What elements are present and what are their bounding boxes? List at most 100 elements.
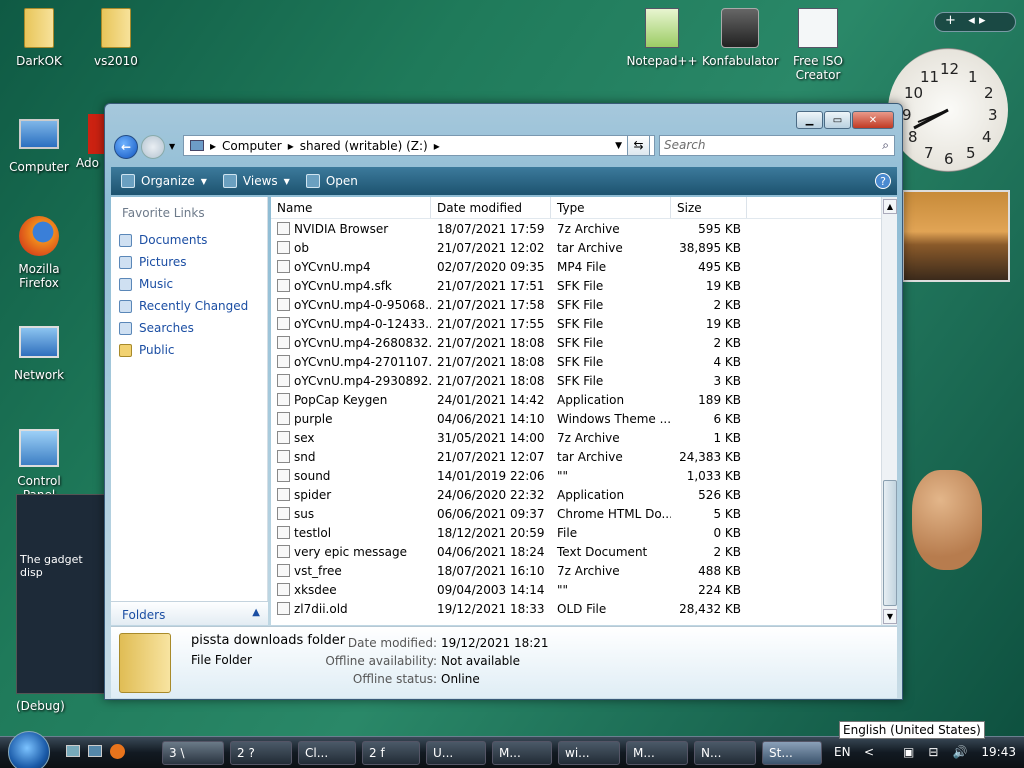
taskbar-button[interactable]: N... bbox=[694, 741, 756, 765]
file-row[interactable]: sus 06/06/2021 09:37 Chrome HTML Do... 5 KB bbox=[271, 504, 897, 523]
taskbar-button[interactable]: wi... bbox=[558, 741, 620, 765]
desktop-icon-ado[interactable]: Ado bbox=[76, 112, 104, 170]
desktop-icon-label: Network bbox=[13, 368, 65, 382]
file-row[interactable]: zl7dii.old 19/12/2021 18:33 OLD File 28,432… bbox=[271, 599, 897, 618]
file-row[interactable]: oYCvnU.mp4-0-95068... 21/07/2021 17:58 SFK… bbox=[271, 295, 897, 314]
pictures-icon bbox=[119, 255, 132, 269]
file-row[interactable]: spider 24/06/2020 22:32 Application 526 KB bbox=[271, 485, 897, 504]
desktop-icon-network[interactable]: Network bbox=[1, 320, 77, 382]
taskbar-button[interactable]: U... bbox=[426, 741, 486, 765]
tray-expand-icon[interactable]: < bbox=[864, 745, 874, 759]
minimize-button[interactable]: ▁ bbox=[796, 111, 823, 129]
taskbar-button[interactable]: 3 \ bbox=[162, 741, 224, 765]
close-button[interactable]: ✕ bbox=[852, 111, 894, 129]
column-size[interactable]: Size bbox=[671, 197, 747, 218]
link-public[interactable]: Public bbox=[111, 339, 267, 361]
desktop-icon-notepadpp[interactable]: Notepad++ bbox=[624, 6, 700, 68]
sidebar-add-gadget-button[interactable]: + ◂ ▸ bbox=[934, 12, 1016, 32]
file-row[interactable]: oYCvnU.mp4 02/07/2020 09:35 MP4 File 495 KB bbox=[271, 257, 897, 276]
file-date: 04/06/2021 14:10 bbox=[437, 411, 545, 426]
desktop-icon-vs2010[interactable]: vs2010 bbox=[78, 6, 154, 68]
file-row[interactable]: oYCvnU.mp4-0-12433... 21/07/2021 17:55 SFK… bbox=[271, 314, 897, 333]
refresh-button[interactable]: ⇆ bbox=[627, 135, 650, 156]
file-type: SFK File bbox=[557, 373, 604, 388]
file-row[interactable]: sound 14/01/2019 22:06 "" 1,033 KB bbox=[271, 466, 897, 485]
taskbar-button[interactable]: Cl... bbox=[298, 741, 356, 765]
organize-button[interactable]: Organize ▼ bbox=[121, 174, 207, 188]
forward-button[interactable] bbox=[141, 135, 165, 159]
link-searches[interactable]: Searches bbox=[111, 317, 267, 339]
breadcrumb-computer[interactable]: Computer bbox=[222, 139, 282, 153]
search-input[interactable]: Search ⌕ bbox=[659, 135, 895, 156]
file-row[interactable]: oYCvnU.mp4-2930892... 21/07/2021 18:08 SFK… bbox=[271, 371, 897, 390]
gadget-debug-label: (Debug) bbox=[16, 699, 65, 713]
column-type[interactable]: Type bbox=[551, 197, 671, 218]
recent-pages-chevron-icon[interactable]: ▼ bbox=[169, 142, 175, 151]
file-icon bbox=[277, 355, 290, 368]
desktop-icon-firefox[interactable]: Mozilla Firefox bbox=[1, 214, 77, 290]
desktop-icon-konfabulator[interactable]: Konfabulator bbox=[702, 6, 779, 68]
file-row[interactable]: snd 21/07/2021 12:07 tar Archive 24,383 KB bbox=[271, 447, 897, 466]
search-icon[interactable]: ⌕ bbox=[882, 136, 889, 155]
file-row[interactable]: ob 21/07/2021 12:02 tar Archive 38,895 KB bbox=[271, 238, 897, 257]
hamster-desktop-pet[interactable] bbox=[912, 470, 982, 570]
file-row[interactable]: very epic message 04/06/2021 18:24 Text Do… bbox=[271, 542, 897, 561]
desktop-icon-darkok[interactable]: DarkOK bbox=[1, 6, 77, 68]
back-button[interactable]: ← bbox=[114, 135, 138, 159]
file-row[interactable]: testlol 18/12/2021 20:59 File 0 KB bbox=[271, 523, 897, 542]
file-row[interactable]: vst_free 18/07/2021 16:10 7z Archive 488 KB bbox=[271, 561, 897, 580]
file-row[interactable]: sex 31/05/2021 14:00 7z Archive 1 KB bbox=[271, 428, 897, 447]
column-name[interactable]: Name bbox=[271, 197, 431, 218]
address-bar[interactable]: ▸ Computer ▸ shared (writable) (Z:) ▸ ▼ bbox=[183, 135, 655, 156]
taskbar-button[interactable]: M... bbox=[626, 741, 688, 765]
scroll-down-button[interactable]: ▼ bbox=[883, 609, 897, 624]
folders-toggle[interactable]: Folders ▲ bbox=[111, 601, 268, 625]
volume-icon[interactable]: 🔊 bbox=[952, 745, 967, 759]
views-button[interactable]: Views ▼ bbox=[222, 174, 290, 188]
open-button[interactable]: Open bbox=[305, 174, 358, 188]
file-row[interactable]: xksdee 09/04/2003 14:14 "" 224 KB bbox=[271, 580, 897, 599]
start-button[interactable] bbox=[8, 731, 50, 768]
file-row[interactable]: oYCvnU.mp4.sfk 21/07/2021 17:51 SFK File 19… bbox=[271, 276, 897, 295]
file-icon bbox=[277, 526, 290, 539]
language-indicator[interactable]: EN bbox=[834, 745, 851, 759]
file-icon bbox=[277, 412, 290, 425]
file-name: purple bbox=[294, 411, 333, 426]
link-recently-changed[interactable]: Recently Changed bbox=[111, 295, 267, 317]
taskbar-button[interactable]: 2 ? bbox=[230, 741, 292, 765]
breadcrumb-shared-drive[interactable]: shared (writable) (Z:) bbox=[300, 139, 428, 153]
address-dropdown-icon[interactable]: ▼ bbox=[615, 141, 622, 151]
desktop-icon-free-iso[interactable]: Free ISO Creator bbox=[780, 6, 856, 82]
file-row[interactable]: oYCvnU.mp4-2680832... 21/07/2021 18:08 SFK… bbox=[271, 333, 897, 352]
taskbar-button[interactable]: St... bbox=[762, 741, 822, 765]
firefox-quicklaunch-icon[interactable] bbox=[110, 744, 125, 759]
file-row[interactable]: PopCap Keygen 24/01/2021 14:42 Application… bbox=[271, 390, 897, 409]
desktop-icon-control-panel[interactable]: Control Panel bbox=[1, 426, 77, 502]
vertical-scrollbar[interactable]: ▲ ▼ bbox=[881, 197, 897, 625]
switch-windows-icon[interactable] bbox=[88, 745, 102, 757]
show-desktop-icon[interactable] bbox=[66, 745, 80, 757]
scrollbar-thumb[interactable] bbox=[883, 480, 897, 606]
link-music[interactable]: Music bbox=[111, 273, 267, 295]
link-documents[interactable]: Documents bbox=[111, 229, 267, 251]
file-date: 21/07/2021 12:02 bbox=[437, 240, 545, 255]
file-row[interactable]: NVIDIA Browser 18/07/2021 17:59 7z Archive… bbox=[271, 219, 897, 238]
column-date-modified[interactable]: Date modified bbox=[431, 197, 551, 218]
slideshow-gadget[interactable] bbox=[902, 190, 1010, 282]
maximize-button[interactable]: ▭ bbox=[824, 111, 851, 129]
file-icon bbox=[277, 583, 290, 596]
link-pictures[interactable]: Pictures bbox=[111, 251, 267, 273]
desktop-icon-computer[interactable]: Computer bbox=[1, 112, 77, 174]
taskbar-button[interactable]: 2 f bbox=[362, 741, 420, 765]
help-button[interactable]: ? bbox=[875, 173, 891, 189]
tray-app-icon[interactable]: ▣ bbox=[903, 745, 914, 759]
file-size: 2 KB bbox=[713, 544, 741, 559]
file-row[interactable]: oYCvnU.mp4-2701107... 21/07/2021 18:08 SFK… bbox=[271, 352, 897, 371]
file-date: 18/12/2021 20:59 bbox=[437, 525, 545, 540]
scroll-up-button[interactable]: ▲ bbox=[883, 199, 897, 214]
taskbar-button[interactable]: M... bbox=[492, 741, 552, 765]
network-tray-icon[interactable]: ⊟ bbox=[928, 745, 938, 759]
file-row[interactable]: purple 04/06/2021 14:10 Windows Theme ... 6… bbox=[271, 409, 897, 428]
file-type: 7z Archive bbox=[557, 221, 620, 236]
clock-time[interactable]: 19:43 bbox=[981, 745, 1016, 759]
